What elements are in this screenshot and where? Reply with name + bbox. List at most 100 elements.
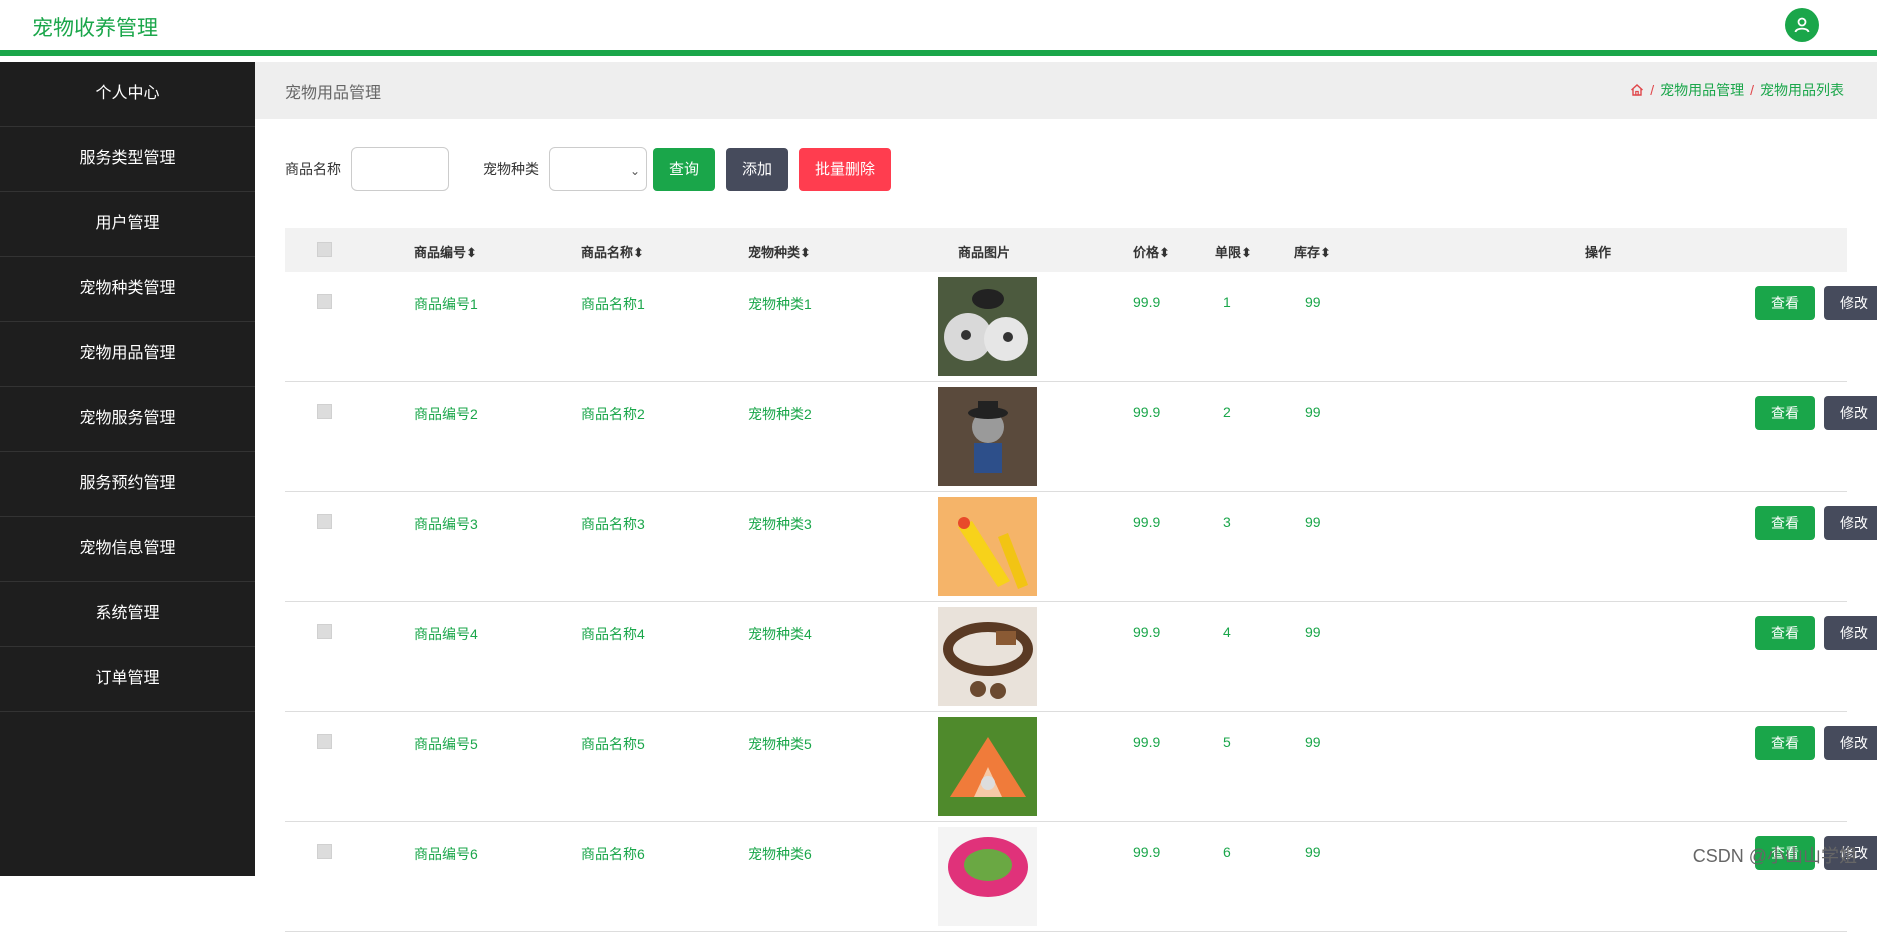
product-image-pink-bed bbox=[938, 827, 1037, 926]
sidebar-item-service-types[interactable]: 服务类型管理 bbox=[0, 127, 255, 192]
cell-name[interactable]: 商品名称2 bbox=[581, 404, 645, 424]
cell-price: 99.9 bbox=[1133, 404, 1161, 420]
header-stock[interactable]: 库存⬍ bbox=[1294, 242, 1331, 261]
sidebar-item-pet-supplies[interactable]: 宠物用品管理 bbox=[0, 322, 255, 387]
cell-species[interactable]: 宠物种类6 bbox=[748, 844, 812, 864]
cell-species[interactable]: 宠物种类1 bbox=[748, 294, 812, 314]
row-actions: 查看 修改 删除 bbox=[1755, 506, 1877, 540]
cell-stock: 99 bbox=[1305, 734, 1321, 750]
sidebar-item-pet-species[interactable]: 宠物种类管理 bbox=[0, 257, 255, 322]
header-name[interactable]: 商品名称⬍ bbox=[581, 242, 644, 261]
row-actions: 查看 修改 删除 bbox=[1755, 286, 1877, 320]
row-actions: 查看 修改 删除 bbox=[1755, 726, 1877, 760]
view-button[interactable]: 查看 bbox=[1755, 616, 1815, 650]
cell-limit: 6 bbox=[1223, 844, 1231, 860]
top-bar: 宠物收养管理 bbox=[0, 0, 1877, 56]
sort-icon[interactable]: ⬍ bbox=[1159, 245, 1170, 260]
header-limit[interactable]: 单限⬍ bbox=[1215, 242, 1252, 261]
view-button[interactable]: 查看 bbox=[1755, 396, 1815, 430]
view-button[interactable]: 查看 bbox=[1755, 286, 1815, 320]
breadcrumb-item-supplies[interactable]: 宠物用品管理 bbox=[1660, 80, 1744, 100]
cell-species[interactable]: 宠物种类5 bbox=[748, 734, 812, 754]
cell-name[interactable]: 商品名称5 bbox=[581, 734, 645, 754]
cell-code[interactable]: 商品编号6 bbox=[414, 844, 478, 864]
header-image: 商品图片 bbox=[958, 245, 1011, 260]
breadcrumb-separator: / bbox=[1650, 82, 1655, 98]
cell-code[interactable]: 商品编号1 bbox=[414, 294, 478, 314]
sidebar: 个人中心 服务类型管理 用户管理 宠物种类管理 宠物用品管理 宠物服务管理 服务… bbox=[0, 62, 255, 876]
sidebar-item-orders[interactable]: 订单管理 bbox=[0, 647, 255, 712]
app-title: 宠物收养管理 bbox=[32, 17, 158, 40]
select-all-checkbox[interactable] bbox=[317, 242, 332, 257]
product-name-input[interactable] bbox=[351, 147, 449, 191]
sidebar-item-users[interactable]: 用户管理 bbox=[0, 192, 255, 257]
view-button[interactable]: 查看 bbox=[1755, 506, 1815, 540]
sidebar-item-system[interactable]: 系统管理 bbox=[0, 582, 255, 647]
cell-name[interactable]: 商品名称1 bbox=[581, 294, 645, 314]
query-button[interactable]: 查询 bbox=[653, 147, 716, 191]
row-actions: 查看 修改 删除 bbox=[1755, 616, 1877, 650]
add-button[interactable]: 添加 bbox=[726, 147, 789, 191]
header-species[interactable]: 宠物种类⬍ bbox=[748, 242, 811, 261]
edit-button[interactable]: 修改 bbox=[1824, 286, 1877, 320]
row-checkbox[interactable] bbox=[317, 514, 332, 529]
table-row: 商品编号6 商品名称6 宠物种类6 99.9 6 99 查看 修改 删除 bbox=[285, 822, 1877, 932]
supplies-table: 商品编号⬍ 商品名称⬍ 宠物种类⬍ 商品图片 价格⬍ 单限⬍ 库存⬍ 操作 商品… bbox=[285, 228, 1877, 932]
cell-name[interactable]: 商品名称3 bbox=[581, 514, 645, 534]
edit-button[interactable]: 修改 bbox=[1824, 506, 1877, 540]
sort-icon[interactable]: ⬍ bbox=[800, 245, 811, 260]
view-button[interactable]: 查看 bbox=[1755, 726, 1815, 760]
cell-code[interactable]: 商品编号3 bbox=[414, 514, 478, 534]
page-title: 宠物用品管理 bbox=[285, 85, 382, 102]
sort-icon[interactable]: ⬍ bbox=[1320, 245, 1331, 260]
cell-code[interactable]: 商品编号4 bbox=[414, 624, 478, 644]
sort-icon[interactable]: ⬍ bbox=[466, 245, 477, 260]
cell-limit: 1 bbox=[1223, 294, 1231, 310]
cell-stock: 99 bbox=[1305, 404, 1321, 420]
cell-price: 99.9 bbox=[1133, 294, 1161, 310]
user-avatar[interactable] bbox=[1785, 8, 1819, 42]
edit-button[interactable]: 修改 bbox=[1824, 726, 1877, 760]
row-actions: 查看 修改 删除 bbox=[1755, 396, 1877, 430]
batch-delete-button[interactable]: 批量删除 bbox=[799, 147, 892, 191]
row-checkbox[interactable] bbox=[317, 404, 332, 419]
table-row: 商品编号4 商品名称4 宠物种类4 99.9 4 99 查看 修改 删除 bbox=[285, 602, 1877, 712]
edit-button[interactable]: 修改 bbox=[1824, 396, 1877, 430]
cell-code[interactable]: 商品编号2 bbox=[414, 404, 478, 424]
pet-species-select[interactable]: ⌄ bbox=[549, 147, 647, 191]
cell-price: 99.9 bbox=[1133, 624, 1161, 640]
cell-name[interactable]: 商品名称6 bbox=[581, 844, 645, 864]
cell-price: 99.9 bbox=[1133, 844, 1161, 860]
chevron-down-icon: ⌄ bbox=[629, 164, 640, 178]
cell-species[interactable]: 宠物种类3 bbox=[748, 514, 812, 534]
row-checkbox[interactable] bbox=[317, 734, 332, 749]
header-actions: 操作 bbox=[1585, 245, 1612, 260]
table-row: 商品编号1 商品名称1 宠物种类1 99.9 1 99 查看 修改 删除 bbox=[285, 272, 1877, 382]
cell-stock: 99 bbox=[1305, 294, 1321, 310]
breadcrumb-item-list[interactable]: 宠物用品列表 bbox=[1760, 80, 1844, 100]
sidebar-item-pet-services[interactable]: 宠物服务管理 bbox=[0, 387, 255, 452]
home-icon[interactable] bbox=[1630, 83, 1644, 97]
header-price[interactable]: 价格⬍ bbox=[1133, 242, 1170, 261]
row-checkbox[interactable] bbox=[317, 624, 332, 639]
cell-limit: 2 bbox=[1223, 404, 1231, 420]
row-checkbox[interactable] bbox=[317, 294, 332, 309]
sort-icon[interactable]: ⬍ bbox=[633, 245, 644, 260]
cell-stock: 99 bbox=[1305, 844, 1321, 860]
header-code[interactable]: 商品编号⬍ bbox=[414, 242, 477, 261]
product-image-toy-balls bbox=[938, 277, 1037, 376]
edit-button[interactable]: 修改 bbox=[1824, 616, 1877, 650]
sidebar-item-pet-info[interactable]: 宠物信息管理 bbox=[0, 517, 255, 582]
sort-icon[interactable]: ⬍ bbox=[1241, 245, 1252, 260]
sidebar-item-appointments[interactable]: 服务预约管理 bbox=[0, 452, 255, 517]
cell-name[interactable]: 商品名称4 bbox=[581, 624, 645, 644]
table-row: 商品编号5 商品名称5 宠物种类5 99.9 5 99 查看 修改 删除 bbox=[285, 712, 1877, 822]
cell-code[interactable]: 商品编号5 bbox=[414, 734, 478, 754]
row-checkbox[interactable] bbox=[317, 844, 332, 859]
cell-species[interactable]: 宠物种类4 bbox=[748, 624, 812, 644]
cell-species[interactable]: 宠物种类2 bbox=[748, 404, 812, 424]
cell-price: 99.9 bbox=[1133, 734, 1161, 750]
sidebar-item-personal[interactable]: 个人中心 bbox=[0, 62, 255, 127]
table-row: 商品编号2 商品名称2 宠物种类2 99.9 2 99 查看 修改 删除 bbox=[285, 382, 1877, 492]
cell-limit: 5 bbox=[1223, 734, 1231, 750]
